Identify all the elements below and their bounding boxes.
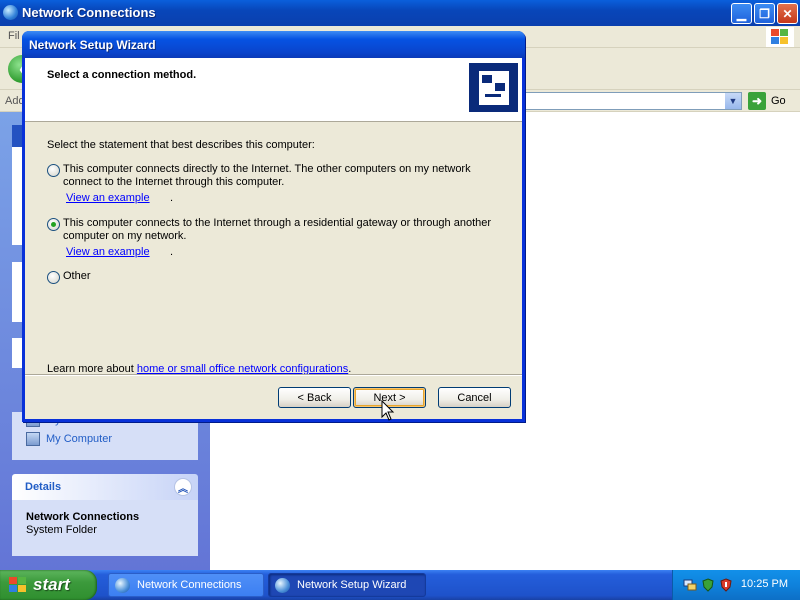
network-setup-wizard-dialog: Network Setup Wizard Select a connection… [22, 31, 525, 422]
go-label: Go [771, 95, 786, 107]
radio-direct-connection[interactable] [47, 164, 60, 177]
network-status-icon[interactable] [683, 578, 697, 592]
other-place-my-computer[interactable]: My Computer [26, 432, 112, 446]
wizard-icon [275, 578, 290, 593]
details-body: Network Connections System Folder [12, 500, 198, 556]
go-button[interactable]: ➜ Go [748, 92, 798, 110]
cancel-button[interactable]: Cancel [438, 387, 511, 408]
option-label: Other [63, 270, 91, 282]
details-panel: Details ︽ Network Connections System Fol… [12, 474, 198, 556]
view-example-link-1[interactable]: View an example [66, 192, 150, 204]
radio-other[interactable] [47, 271, 60, 284]
view-example-link-2[interactable]: View an example [66, 246, 150, 258]
chevron-up-icon[interactable]: ︽ [174, 478, 192, 496]
taskbar: start Network Connections Network Setup … [0, 570, 800, 600]
system-tray: 10:25 PM [672, 570, 800, 600]
menu-file[interactable]: Fil [8, 30, 20, 42]
wizard-header: Select a connection method. [25, 58, 522, 122]
close-button[interactable]: ✕ [777, 3, 798, 24]
divider [25, 374, 522, 376]
taskbar-item-label: Network Setup Wizard [297, 579, 407, 591]
security-alert-icon[interactable] [719, 578, 733, 592]
minimize-icon: ▁ [736, 6, 747, 21]
network-globe-icon [115, 578, 130, 593]
minimize-button[interactable]: ▁ [731, 3, 752, 24]
dialog-titlebar[interactable]: Network Setup Wizard [22, 31, 525, 58]
start-button[interactable]: start [0, 570, 97, 600]
clock: 10:25 PM [740, 578, 788, 590]
other-place-label: My Computer [46, 433, 113, 445]
taskbar-item-label: Network Connections [137, 579, 242, 591]
wizard-heading: Select a connection method. [47, 69, 197, 81]
details-header[interactable]: Details ︽ [12, 474, 198, 500]
start-label: start [33, 575, 70, 594]
restore-button[interactable]: ❐ [754, 3, 775, 24]
taskbar-item-network-connections[interactable]: Network Connections [108, 573, 264, 597]
details-subtitle: System Folder [26, 524, 97, 536]
close-icon: ✕ [782, 6, 793, 21]
option-label: This computer connects directly to the I… [63, 163, 471, 188]
option-label: This computer connects to the Internet t… [63, 217, 492, 242]
address-input[interactable]: ▼ [520, 92, 742, 110]
wizard-prompt: Select the statement that best describes… [47, 139, 315, 151]
details-heading: Details [25, 481, 62, 493]
window-title: Network Connections [22, 5, 156, 20]
windows-logo-icon [766, 27, 794, 47]
restore-icon: ❐ [759, 6, 770, 21]
radio-residential-gateway[interactable] [47, 218, 60, 231]
computer-icon [26, 432, 40, 446]
back-button[interactable]: < Back [278, 387, 351, 408]
network-globe-icon [3, 5, 18, 20]
taskbar-item-network-setup-wizard[interactable]: Network Setup Wizard [268, 573, 426, 597]
window-titlebar[interactable]: Network Connections ▁ ❐ ✕ [0, 0, 800, 26]
dialog-title: Network Setup Wizard [29, 38, 156, 52]
mouse-pointer-icon [381, 400, 395, 421]
dialog-body: Select a connection method. Select the s… [25, 58, 522, 419]
network-computers-icon [469, 63, 518, 112]
chevron-down-icon[interactable]: ▼ [725, 93, 741, 109]
security-center-icon[interactable] [701, 578, 715, 592]
windows-flag-icon [9, 577, 27, 593]
details-name: Network Connections [26, 511, 140, 523]
go-arrow-icon: ➜ [748, 92, 766, 110]
